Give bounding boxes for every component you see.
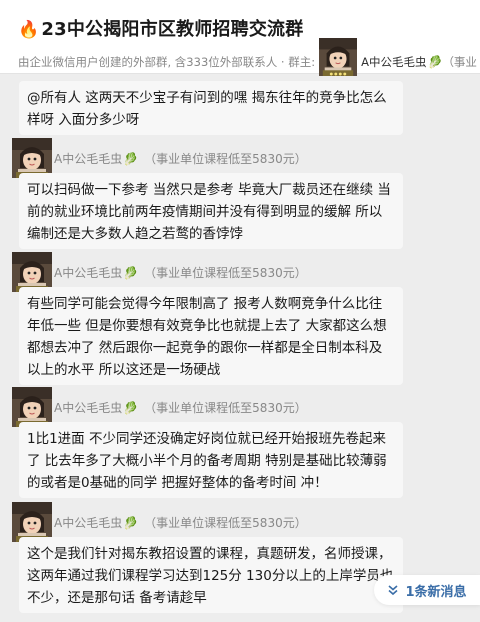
double-chevron-down-icon bbox=[388, 585, 398, 596]
avatar-icon[interactable] bbox=[12, 138, 52, 178]
message-text: 1比1进面 不少同学还没确定好岗位就已经开始报班先卷起来了 比去年多了大概小半个… bbox=[27, 431, 387, 491]
avatar-icon[interactable] bbox=[12, 387, 52, 427]
owner-note: （事业 bbox=[442, 55, 477, 69]
avatar-icon[interactable] bbox=[12, 252, 52, 292]
owner-name[interactable]: A中公毛毛虫 bbox=[361, 54, 426, 70]
group-title[interactable]: 🔥 23中公揭阳市区教师招聘交流群 bbox=[18, 18, 480, 42]
sender-name[interactable]: A中公毛毛虫🥬 （事业单位课程低至5830元） bbox=[54, 514, 307, 531]
leaf-icon: 🥬 bbox=[123, 265, 139, 280]
message-text: 可以扫码做一下参考 当然只是参考 毕竟大厂裁员还在继续 当前的就业环境比前两年疫… bbox=[27, 182, 391, 242]
group-subtitle-text: 由企业微信用户创建的外部群, 含333位外部联系人 · 群主: bbox=[18, 55, 316, 69]
message-bubble[interactable]: @所有人 这两天不少宝子有问到的嘿 揭东往年的竞争比怎么样呀 入面分多少呀 bbox=[19, 81, 403, 135]
sender-name[interactable]: A中公毛毛虫🥬 （事业单位课程低至5830元） bbox=[54, 150, 307, 167]
group-title-text: 23中公揭阳市区教师招聘交流群 bbox=[41, 19, 304, 40]
new-messages-label: 1条新消息 bbox=[405, 584, 467, 600]
leaf-icon: 🥬 bbox=[123, 515, 139, 530]
leaf-icon: 🥬 bbox=[123, 151, 139, 166]
group-header: 🔥 23中公揭阳市区教师招聘交流群 由企业微信用户创建的外部群, 含333位外部… bbox=[0, 0, 480, 77]
message-sender: A中公毛毛虫🥬 （事业单位课程低至5830元） bbox=[12, 387, 307, 427]
new-messages-button[interactable]: 1条新消息 bbox=[374, 575, 480, 605]
message-bubble[interactable]: 有些同学可能会觉得今年限制高了 报考人数啊竞争什么比往年低一些 但是你要想有效竞… bbox=[19, 287, 403, 385]
sender-name[interactable]: A中公毛毛虫🥬 （事业单位课程低至5830元） bbox=[54, 264, 307, 281]
message-sender: A中公毛毛虫🥬 （事业单位课程低至5830元） bbox=[12, 138, 307, 178]
message-bubble[interactable]: 1比1进面 不少同学还没确定好岗位就已经开始报班先卷起来了 比去年多了大概小半个… bbox=[19, 422, 403, 498]
fire-icon: 🔥 bbox=[18, 20, 40, 40]
message-text: 有些同学可能会觉得今年限制高了 报考人数啊竞争什么比往年低一些 但是你要想有效竞… bbox=[27, 296, 387, 378]
leaf-icon: 🥬 bbox=[123, 400, 139, 415]
group-subtitle: 由企业微信用户创建的外部群, 含333位外部联系人 · 群主: A中公毛毛虫 🥬… bbox=[18, 37, 480, 77]
message-text: 这个是我们针对揭东教招设置的课程，真题研发，名师授课，这两年通过我们课程学习达到… bbox=[27, 546, 394, 606]
leaf-icon: 🥬 bbox=[427, 55, 443, 69]
message-bubble[interactable]: 这个是我们针对揭东教招设置的课程，真题研发，名师授课，这两年通过我们课程学习达到… bbox=[19, 537, 403, 613]
sender-name[interactable]: A中公毛毛虫🥬 （事业单位课程低至5830元） bbox=[54, 399, 307, 416]
avatar-icon[interactable] bbox=[12, 502, 52, 542]
message-text: @所有人 这两天不少宝子有问到的嘿 揭东往年的竞争比怎么样呀 入面分多少呀 bbox=[27, 90, 387, 128]
message-bubble[interactable]: 可以扫码做一下参考 当然只是参考 毕竟大厂裁员还在继续 当前的就业环境比前两年疫… bbox=[19, 173, 403, 249]
owner-avatar-icon[interactable] bbox=[319, 37, 358, 77]
message-sender: A中公毛毛虫🥬 （事业单位课程低至5830元） bbox=[12, 252, 307, 292]
message-sender: A中公毛毛虫🥬 （事业单位课程低至5830元） bbox=[12, 502, 307, 542]
